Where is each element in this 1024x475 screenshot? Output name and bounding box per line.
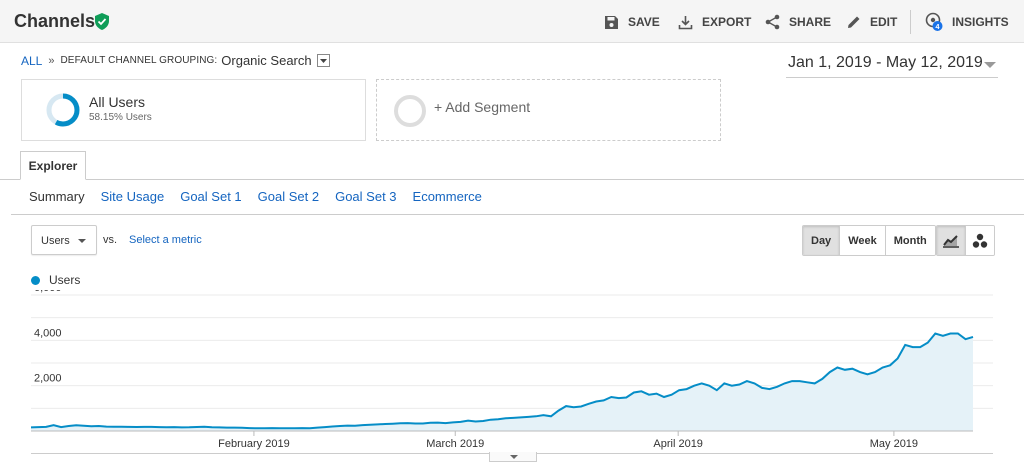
subnav-divider <box>11 214 1024 215</box>
segment-label: All Users <box>89 94 146 110</box>
breadcrumb-separator: » <box>48 54 55 67</box>
subnav-site-usage[interactable]: Site Usage <box>101 189 165 204</box>
date-range-picker[interactable]: Jan 1, 2019 - May 12, 2019 <box>786 54 998 78</box>
x-tick-label: April 2019 <box>653 438 703 450</box>
caret-down-icon <box>510 455 518 459</box>
tab-divider <box>0 179 1024 180</box>
y-tick-label: 2,000 <box>34 373 62 385</box>
granularity-toggle: Day Week Month <box>802 225 936 256</box>
export-button[interactable]: EXPORT <box>678 12 751 32</box>
y-tick-label: 4,000 <box>34 327 62 339</box>
y-tick-label: 6,000 <box>34 290 62 294</box>
caret-down-icon <box>78 239 86 243</box>
x-tick-label: February 2019 <box>218 438 290 450</box>
segment-sublabel: 58.15% Users <box>89 112 152 123</box>
explorer-subnav: Summary Site Usage Goal Set 1 Goal Set 2… <box>29 189 498 204</box>
insights-button[interactable]: 4 INSIGHTS <box>925 12 1009 32</box>
chart-legend: Users <box>31 273 80 287</box>
subnav-goal-set-2[interactable]: Goal Set 2 <box>258 189 319 204</box>
share-button[interactable]: SHARE <box>765 12 831 32</box>
granularity-week-button[interactable]: Week <box>839 226 885 255</box>
edit-button[interactable]: EDIT <box>847 12 897 32</box>
metric-select[interactable]: Users <box>31 225 97 255</box>
line-chart-icon <box>943 234 959 248</box>
breadcrumb-dimension: DEFAULT CHANNEL GROUPING: <box>60 55 218 66</box>
legend-label: Users <box>49 273 81 287</box>
pencil-icon <box>848 16 860 28</box>
save-label: SAVE <box>628 15 660 29</box>
add-segment-button[interactable]: + Add Segment <box>376 79 721 141</box>
x-tick-label: May 2019 <box>870 438 918 450</box>
series-users-area <box>31 333 973 431</box>
chevron-down-icon <box>984 62 996 68</box>
granularity-month-button[interactable]: Month <box>884 226 935 255</box>
edit-label: EDIT <box>870 15 898 29</box>
segment-all-users[interactable]: All Users 58.15% Users <box>21 79 366 141</box>
report-header: Channels SAVE EXPORT SHARE EDIT 4 INSIGH… <box>0 0 1024 43</box>
chart-type-toggle <box>936 225 995 256</box>
subnav-goal-set-1[interactable]: Goal Set 1 <box>180 189 241 204</box>
chart-resize-handle[interactable] <box>489 452 537 462</box>
subnav-summary[interactable]: Summary <box>29 189 85 204</box>
insights-icon: 4 <box>925 12 943 31</box>
export-label: EXPORT <box>702 15 752 29</box>
download-icon <box>678 15 693 29</box>
metric-select-value: Users <box>41 235 70 247</box>
insights-label: INSIGHTS <box>952 15 1009 29</box>
legend-swatch <box>31 275 40 285</box>
share-icon <box>765 14 780 30</box>
select-metric-link[interactable]: Select a metric <box>129 234 202 246</box>
line-chart-button[interactable] <box>937 226 965 255</box>
dimension-dropdown-button[interactable] <box>316 54 330 67</box>
save-icon <box>605 15 618 29</box>
tab-explorer[interactable]: Explorer <box>20 151 86 180</box>
share-label: SHARE <box>789 15 832 29</box>
subnav-ecommerce[interactable]: Ecommerce <box>413 189 482 204</box>
breadcrumb: ALL » DEFAULT CHANNEL GROUPING: Organic … <box>21 53 330 68</box>
bubble-chart-icon <box>972 233 988 248</box>
segment-donut-icon <box>46 93 80 127</box>
motion-chart-button[interactable] <box>965 226 994 255</box>
x-tick-label: March 2019 <box>426 438 484 450</box>
breadcrumb-all-link[interactable]: ALL <box>21 54 42 68</box>
add-segment-label: + Add Segment <box>434 99 531 115</box>
granularity-day-button[interactable]: Day <box>803 226 840 255</box>
toolbar-divider <box>910 10 911 34</box>
save-button[interactable]: SAVE <box>604 12 660 32</box>
page-title: Channels <box>14 11 96 31</box>
empty-segment-icon <box>394 95 426 127</box>
vs-label: vs. <box>103 234 118 246</box>
verified-shield-icon <box>95 13 109 30</box>
subnav-goal-set-3[interactable]: Goal Set 3 <box>335 189 396 204</box>
caret-down-icon <box>319 58 327 63</box>
breadcrumb-value: Organic Search <box>221 53 312 68</box>
date-range-text: Jan 1, 2019 - May 12, 2019 <box>788 54 983 71</box>
users-line-chart: 6,000 4,000 2,000 February 2019 March 2019 Ap… <box>30 290 993 450</box>
